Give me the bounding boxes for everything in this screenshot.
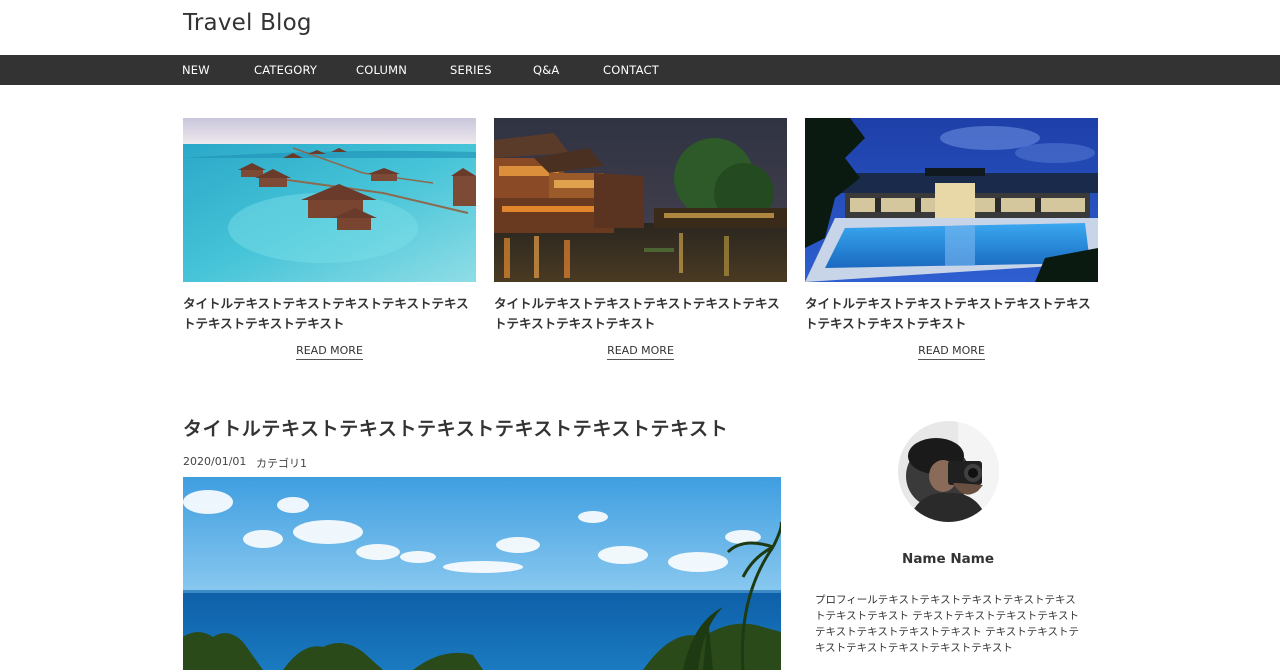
- card-title[interactable]: タイトルテキストテキストテキストテキストテキストテキストテキストテキスト: [805, 294, 1098, 333]
- post-category[interactable]: カテゴリ1: [256, 455, 307, 471]
- photographer-avatar: [898, 421, 999, 522]
- read-more-link[interactable]: READ MORE: [494, 344, 787, 360]
- post-date: 2020/01/01: [183, 455, 247, 468]
- read-more-link[interactable]: READ MORE: [805, 344, 1098, 360]
- read-more-label[interactable]: READ MORE: [607, 344, 674, 360]
- night-canal-town-photo: [494, 118, 787, 282]
- profile-text: プロフィールテキストテキストテキストテキストテキストテキストテキスト テキストテ…: [815, 594, 1079, 654]
- avatar: [898, 421, 999, 522]
- resort-pool-night-photo: [805, 118, 1098, 282]
- site-title[interactable]: Travel Blog: [183, 10, 312, 36]
- post-image[interactable]: [183, 477, 781, 670]
- nav-item-column[interactable]: COLUMN: [356, 55, 407, 85]
- card-title[interactable]: タイトルテキストテキストテキストテキストテキストテキストテキストテキスト: [183, 294, 476, 333]
- card-title[interactable]: タイトルテキストテキストテキストテキストテキストテキストテキストテキスト: [494, 294, 787, 333]
- profile-name: Name Name: [902, 551, 994, 567]
- nav-item-series[interactable]: SERIES: [450, 55, 492, 85]
- card-thumbnail[interactable]: [183, 118, 476, 282]
- read-more-label[interactable]: READ MORE: [918, 344, 985, 360]
- nav-item-new[interactable]: NEW: [182, 55, 210, 85]
- read-more-label[interactable]: READ MORE: [296, 344, 363, 360]
- nav-item-qa[interactable]: Q&A: [533, 55, 560, 85]
- read-more-link[interactable]: READ MORE: [183, 344, 476, 360]
- card-thumbnail[interactable]: [805, 118, 1098, 282]
- site-header: Travel Blog: [0, 0, 1280, 55]
- nav-item-category[interactable]: CATEGORY: [254, 55, 317, 85]
- card-thumbnail[interactable]: [494, 118, 787, 282]
- main-nav: NEW CATEGORY COLUMN SERIES Q&A CONTACT: [0, 55, 1280, 85]
- post-title[interactable]: タイトルテキストテキストテキストテキストテキストテキスト: [183, 414, 783, 441]
- overwater-bungalows-photo: [183, 118, 476, 282]
- tropical-sea-palms-photo: [183, 477, 781, 670]
- nav-item-contact[interactable]: CONTACT: [603, 55, 659, 85]
